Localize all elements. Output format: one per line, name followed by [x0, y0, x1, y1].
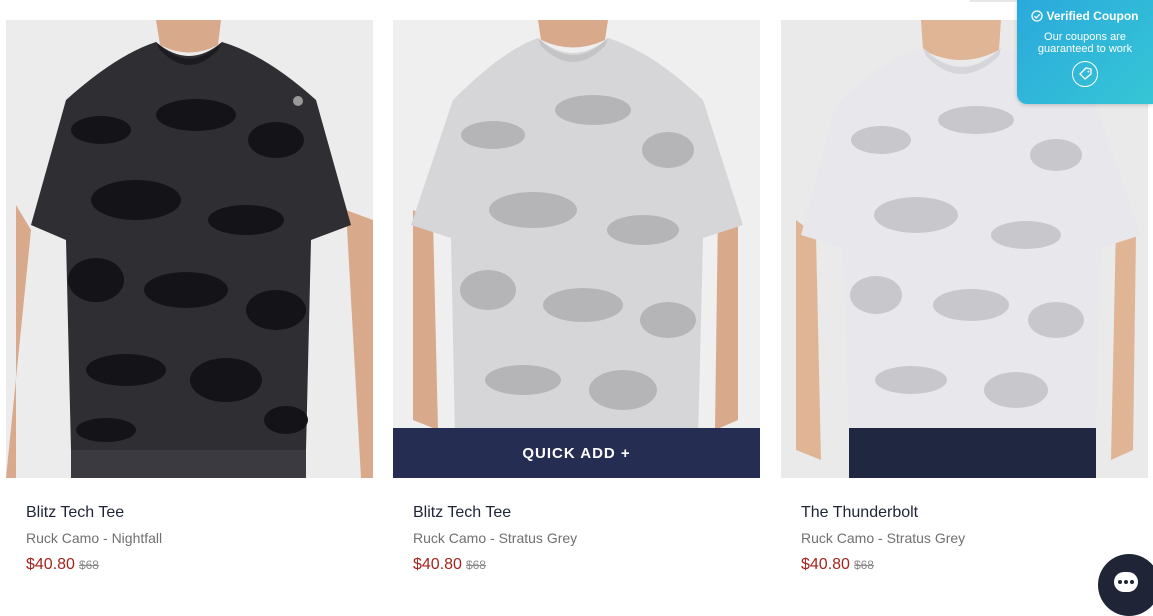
header-edge — [970, 0, 1017, 2]
quick-add-button[interactable]: QUICK ADD + — [393, 428, 760, 478]
tshirt-photo — [393, 20, 760, 478]
product-grid: Blitz Tech Tee Ruck Camo - Nightfall $40… — [0, 0, 1153, 585]
product-name[interactable]: The Thunderbolt — [801, 504, 1148, 522]
coupon-title-row: Verified Coupon — [1017, 9, 1153, 23]
product-info: The Thunderbolt Ruck Camo - Stratus Grey… — [781, 504, 1148, 575]
tshirt-photo — [6, 20, 373, 478]
product-variant: Ruck Camo - Nightfall — [26, 530, 163, 546]
price-row: $40.80 $68 — [413, 555, 760, 575]
tag-icon — [1078, 67, 1092, 80]
price-row: $40.80 $68 — [801, 555, 1148, 575]
sale-price: $40.80 — [26, 556, 75, 573]
sale-price: $40.80 — [801, 556, 850, 573]
product-name[interactable]: Blitz Tech Tee — [413, 504, 760, 522]
coupon-title: Verified Coupon — [1046, 9, 1139, 23]
verified-coupon-badge[interactable]: Verified Coupon Our coupons are guarante… — [1017, 0, 1153, 104]
coupon-subtitle: Our coupons are guaranteed to work — [1037, 31, 1133, 55]
compare-price: $68 — [853, 558, 874, 572]
product-variant: Ruck Camo - Stratus Grey — [413, 530, 578, 546]
product-info: Blitz Tech Tee Ruck Camo - Nightfall $40… — [6, 504, 373, 575]
coupon-tag-icon[interactable] — [1072, 61, 1098, 87]
product-variant: Ruck Camo - Stratus Grey — [801, 530, 966, 546]
chat-bubble-icon — [1114, 572, 1138, 592]
product-name[interactable]: Blitz Tech Tee — [26, 504, 373, 522]
product-card[interactable]: Blitz Tech Tee Ruck Camo - Nightfall $40… — [6, 20, 373, 575]
compare-price: $68 — [465, 558, 486, 572]
product-image[interactable] — [6, 20, 373, 478]
product-card[interactable]: QUICK ADD + Blitz Tech Tee Ruck Camo - S… — [393, 20, 760, 575]
sale-price: $40.80 — [413, 556, 462, 573]
product-image[interactable]: QUICK ADD + — [393, 20, 760, 478]
product-info: Blitz Tech Tee Ruck Camo - Stratus Grey … — [393, 504, 760, 575]
chat-button[interactable] — [1098, 554, 1153, 616]
check-circle-icon — [1031, 10, 1044, 22]
compare-price: $68 — [78, 558, 99, 572]
price-row: $40.80 $68 — [26, 555, 373, 575]
